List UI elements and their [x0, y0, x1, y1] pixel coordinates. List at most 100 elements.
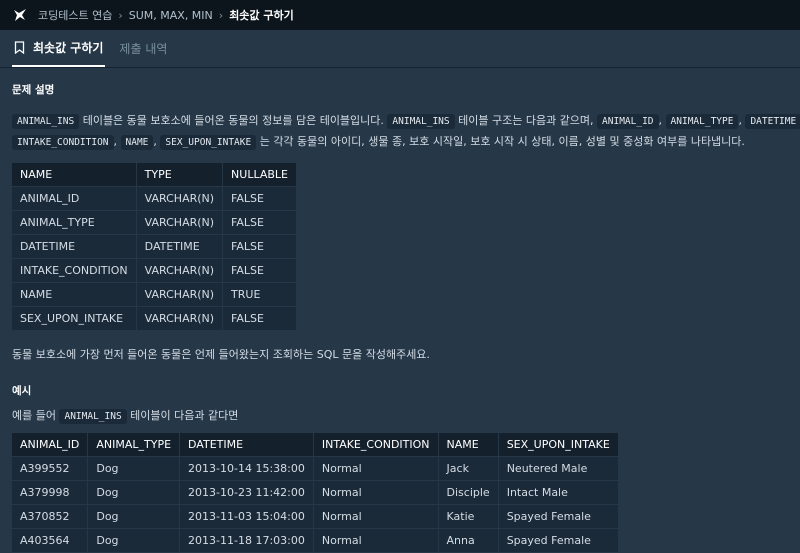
table-header-cell: TYPE: [136, 163, 224, 187]
table-cell: ANIMAL_ID: [12, 186, 137, 211]
table-row: SEX_UPON_INTAKE VARCHAR(N) FALSE: [12, 306, 297, 331]
table-cell: NAME: [12, 282, 137, 307]
table-cell: Dog: [87, 456, 181, 481]
schema-table: NAME TYPE NULLABLE ANIMAL_ID VARCHAR(N) …: [12, 163, 297, 331]
table-row: A399552 Dog 2013-10-14 15:38:00 Normal J…: [12, 456, 619, 481]
example-intro: 예를 들어 ANIMAL_INS 테이블이 다음과 같다면: [12, 406, 788, 427]
table-cell: Anna: [438, 528, 499, 553]
table-cell: Dog: [87, 480, 181, 505]
code-snippet: ANIMAL_INS: [387, 114, 455, 129]
table-cell: DATETIME: [136, 234, 224, 259]
table-cell: Spayed Female: [498, 528, 619, 553]
table-header-cell: INTAKE_CONDITION: [313, 433, 439, 457]
example-heading: 예시: [12, 385, 32, 397]
tab-problem[interactable]: 최솟값 구하기: [12, 30, 106, 67]
table-cell: SEX_UPON_INTAKE: [12, 306, 137, 331]
code-snippet: ANIMAL_ID: [597, 114, 659, 129]
problem-content: 문제 설명 ANIMAL_INS 테이블은 동물 보호소에 들어온 동물의 정보…: [0, 82, 800, 553]
top-nav-bar: 코딩테스트 연습 › SUM, MAX, MIN › 최솟값 구하기: [0, 0, 800, 30]
table-header-cell: ANIMAL_ID: [12, 433, 89, 457]
table-cell: 2013-10-14 15:38:00: [179, 456, 314, 481]
table-header-cell: ANIMAL_TYPE: [87, 433, 181, 457]
breadcrumb-item-coding-test[interactable]: 코딩테스트 연습: [38, 7, 112, 23]
chevron-right-icon: ›: [218, 8, 224, 22]
table-cell: FALSE: [222, 186, 297, 211]
table-cell: INTAKE_CONDITION: [12, 258, 137, 283]
table-cell: Spayed Female: [498, 504, 619, 529]
table-cell: A379998: [12, 480, 89, 505]
table-cell: A403564: [12, 528, 89, 553]
table-cell: TRUE: [222, 282, 297, 307]
table-cell: Intact Male: [498, 480, 619, 505]
table-row: INTAKE_CONDITION VARCHAR(N) FALSE: [12, 258, 297, 283]
table-cell: A399552: [12, 456, 89, 481]
table-cell: Neutered Male: [498, 456, 619, 481]
example-table: ANIMAL_ID ANIMAL_TYPE DATETIME INTAKE_CO…: [12, 433, 619, 553]
table-row: A379998 Dog 2013-10-23 11:42:00 Normal D…: [12, 480, 619, 505]
table-header-cell: NAME: [438, 433, 499, 457]
description-text: ,: [113, 135, 121, 148]
table-cell: Dog: [87, 528, 181, 553]
table-cell: FALSE: [222, 258, 297, 283]
table-cell: VARCHAR(N): [136, 306, 224, 331]
table-header-row: NAME TYPE NULLABLE: [12, 163, 297, 187]
problem-heading: 문제 설명: [12, 84, 55, 96]
table-cell: FALSE: [222, 306, 297, 331]
table-header-cell: SEX_UPON_INTAKE: [498, 433, 619, 457]
description-text: ,: [658, 114, 666, 127]
table-cell: A370852: [12, 504, 89, 529]
code-snippet: ANIMAL_INS: [59, 409, 127, 424]
table-row: ANIMAL_ID VARCHAR(N) FALSE: [12, 186, 297, 211]
table-cell: Dog: [87, 504, 181, 529]
table-cell: ANIMAL_TYPE: [12, 210, 137, 235]
code-snippet: ANIMAL_INS: [12, 114, 80, 129]
bookmark-icon[interactable]: [14, 41, 25, 54]
table-row: ANIMAL_TYPE VARCHAR(N) FALSE: [12, 210, 297, 235]
table-row: NAME VARCHAR(N) TRUE: [12, 282, 297, 307]
table-cell: VARCHAR(N): [136, 186, 224, 211]
table-cell: 2013-11-18 17:03:00: [179, 528, 314, 553]
table-cell: VARCHAR(N): [136, 258, 224, 283]
table-cell: 2013-11-03 15:04:00: [179, 504, 314, 529]
example-intro-text: 테이블이 다음과 같다면: [126, 409, 239, 422]
table-cell: Jack: [438, 456, 499, 481]
description-text: 테이블 구조는 다음과 같으며,: [454, 114, 598, 127]
table-cell: VARCHAR(N): [136, 210, 224, 235]
chevron-right-icon: ›: [118, 8, 123, 22]
table-cell: Normal: [313, 480, 439, 505]
table-cell: VARCHAR(N): [136, 282, 224, 307]
tab-label: 최솟값 구하기: [33, 41, 104, 55]
question-text: 동물 보호소에 가장 먼저 들어온 동물은 언제 들어왔는지 조회하는 SQL …: [12, 348, 430, 361]
table-cell: Disciple: [438, 480, 499, 505]
description-text: 는 각각 동물의 아이디, 생물 종, 보호 시작일, 보호 시작 시 상태, …: [256, 135, 745, 148]
code-snippet: INTAKE_CONDITION: [12, 135, 114, 150]
table-row: A370852 Dog 2013-11-03 15:04:00 Normal K…: [12, 504, 619, 529]
breadcrumb-item-current: 최솟값 구하기: [229, 9, 294, 22]
table-header-cell: DATETIME: [179, 433, 314, 457]
table-cell: FALSE: [222, 234, 297, 259]
tab-submissions[interactable]: 제출 내역: [117, 30, 169, 67]
problem-description: ANIMAL_INS 테이블은 동물 보호소에 들어온 동물의 정보를 담은 테…: [12, 111, 800, 153]
code-snippet: ANIMAL_TYPE: [665, 114, 739, 129]
example-intro-text: 예를 들어: [12, 409, 60, 422]
tab-label: 제출 내역: [119, 42, 168, 56]
tab-bar: 최솟값 구하기 제출 내역: [0, 30, 800, 68]
table-cell: Normal: [313, 456, 439, 481]
table-row: A403564 Dog 2013-11-18 17:03:00 Normal A…: [12, 528, 619, 553]
programmers-logo-icon[interactable]: [10, 5, 30, 25]
table-cell: Katie: [438, 504, 499, 529]
table-cell: Normal: [313, 528, 439, 553]
breadcrumb-item-category[interactable]: SUM, MAX, MIN: [129, 9, 213, 22]
description-text: 테이블은 동물 보호소에 들어온 동물의 정보를 담은 테이블입니다.: [79, 114, 388, 127]
table-header-cell: NULLABLE: [222, 163, 297, 187]
table-cell: DATETIME: [12, 234, 137, 259]
table-cell: FALSE: [222, 210, 297, 235]
code-snippet: SEX_UPON_INTAKE: [160, 135, 257, 150]
table-cell: Normal: [313, 504, 439, 529]
table-header-row: ANIMAL_ID ANIMAL_TYPE DATETIME INTAKE_CO…: [12, 433, 619, 457]
code-snippet: DATETIME: [745, 114, 800, 129]
table-header-cell: NAME: [12, 163, 137, 187]
code-snippet: NAME: [120, 135, 154, 150]
table-cell: 2013-10-23 11:42:00: [179, 480, 314, 505]
table-row: DATETIME DATETIME FALSE: [12, 234, 297, 259]
